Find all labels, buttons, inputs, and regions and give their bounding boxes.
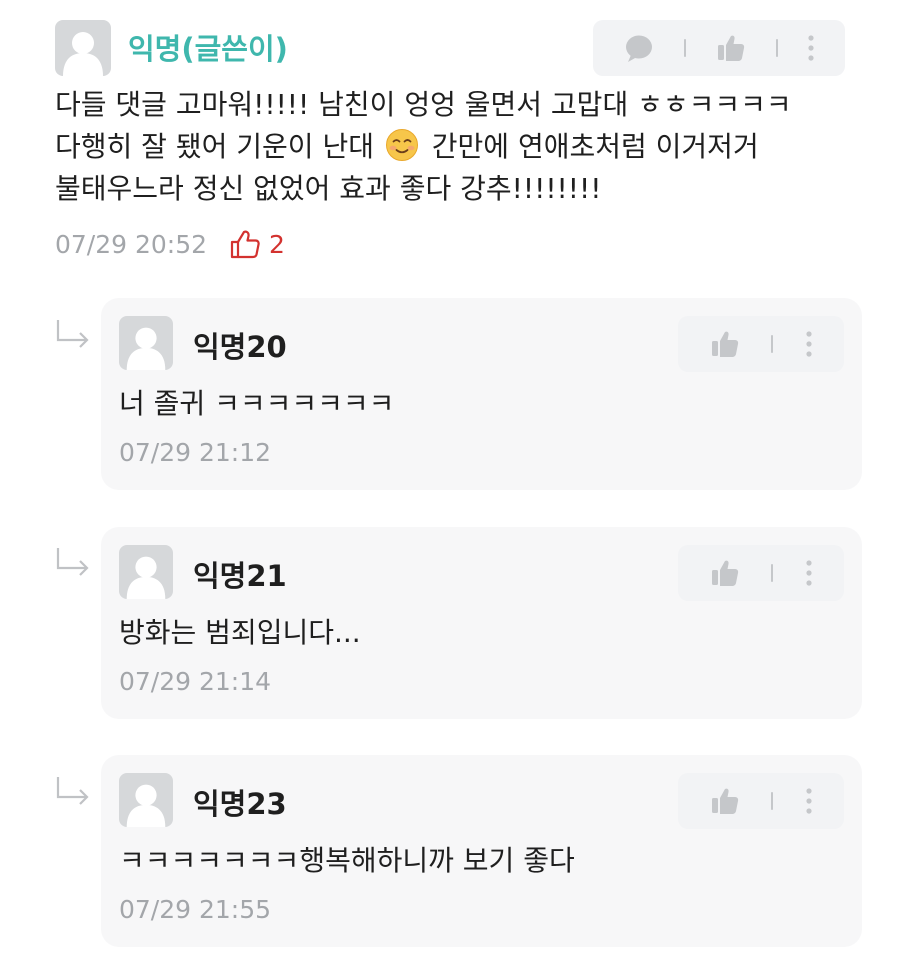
more-icon[interactable] <box>807 34 815 62</box>
comment-line: 다행히 잘 됐어 기운이 난대 간만에 연애초처럼 이거저거 <box>55 128 759 163</box>
author-name: 익명(글쓴이) <box>128 32 288 66</box>
reply-text: 너 졸귀 ㅋㅋㅋㅋㅋㅋㅋ <box>119 387 395 420</box>
comment-meta: 07/29 20:52 2 <box>55 222 285 266</box>
divider <box>771 564 773 582</box>
divider <box>771 335 773 353</box>
avatar[interactable] <box>119 545 173 599</box>
default-avatar-icon <box>126 556 166 599</box>
timestamp: 07/29 21:12 <box>119 438 272 467</box>
reply-comment: 익명21 방화는 범죄입니다... 07/29 21:14 <box>101 527 862 719</box>
more-icon[interactable] <box>805 330 813 358</box>
reply-text: 방화는 범죄입니다... <box>119 616 361 649</box>
timestamp: 07/29 20:52 <box>55 229 208 259</box>
divider <box>775 39 778 57</box>
default-avatar-icon <box>126 784 166 827</box>
reply-action-bar <box>678 773 844 829</box>
like-icon[interactable] <box>710 558 740 588</box>
reply-text: ㅋㅋㅋㅋㅋㅋㅋ행복해하니까 보기 좋다 <box>119 844 575 877</box>
divider <box>684 39 687 57</box>
author-name: 익명20 <box>193 330 287 364</box>
comment-line: 다들 댓글 고마워!!!!! 남친이 엉엉 울면서 고맙대 ㅎㅎㅋㅋㅋㅋ <box>55 88 792 121</box>
timestamp: 07/29 21:14 <box>119 667 272 696</box>
like-outline-icon[interactable] <box>229 228 261 260</box>
reply-arrow-icon <box>56 548 89 576</box>
reply-arrow-icon <box>56 320 89 348</box>
avatar[interactable] <box>55 20 111 76</box>
reply-icon[interactable] <box>623 32 655 64</box>
like-icon[interactable] <box>710 329 740 359</box>
timestamp: 07/29 21:55 <box>119 895 272 924</box>
divider <box>771 792 773 810</box>
like-icon[interactable] <box>716 33 746 63</box>
reply-action-bar <box>678 316 844 372</box>
avatar[interactable] <box>119 773 173 827</box>
like-icon[interactable] <box>710 786 740 816</box>
author-name: 익명23 <box>193 787 287 821</box>
comment-line: 불태우느라 정신 없었어 효과 좋다 강추!!!!!!!! <box>55 172 602 205</box>
comment-action-bar <box>593 20 845 76</box>
reply-arrow-icon <box>56 777 89 805</box>
avatar[interactable] <box>119 316 173 370</box>
author-name: 익명21 <box>193 559 287 593</box>
default-avatar-icon <box>63 32 103 76</box>
comment-body: 다들 댓글 고마워!!!!! 남친이 엉엉 울면서 고맙대 ㅎㅎㅋㅋㅋㅋ 다행히… <box>55 84 855 210</box>
reply-comment: 익명20 너 졸귀 ㅋㅋㅋㅋㅋㅋㅋ 07/29 21:12 <box>101 298 862 490</box>
more-icon[interactable] <box>805 787 813 815</box>
reply-comment: 익명23 ㅋㅋㅋㅋㅋㅋㅋ행복해하니까 보기 좋다 07/29 21:55 <box>101 755 862 947</box>
smiling-face-emoji-icon <box>385 128 419 162</box>
reply-action-bar <box>678 545 844 601</box>
like-count: 2 <box>269 229 285 259</box>
more-icon[interactable] <box>805 559 813 587</box>
default-avatar-icon <box>126 327 166 370</box>
